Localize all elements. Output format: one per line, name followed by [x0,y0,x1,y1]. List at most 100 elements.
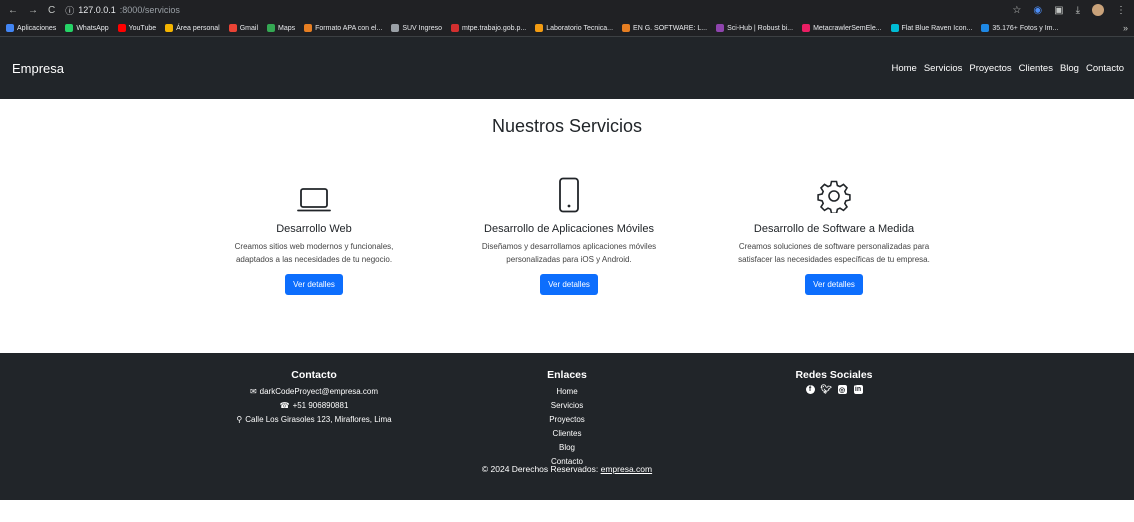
service-description: Creamos soluciones de software personali… [738,242,930,264]
bookmark-label: Maps [278,24,296,32]
bookmark-favicon-icon [622,24,631,32]
profile-avatar[interactable] [1092,4,1104,16]
footer-link-proyectos[interactable]: Proyectos [527,413,607,427]
bookmark-item[interactable]: Formato APA con el... [304,24,382,32]
bookmark-favicon-icon [6,24,14,32]
url-host: 127.0.0.1 [78,5,116,15]
bookmark-favicon-icon [981,24,990,32]
nav-link-contacto[interactable]: Contacto [1086,63,1124,74]
footer-links: Enlaces Home Servicios Proyectos Cliente… [527,369,607,469]
bookmark-label: WhatsApp [76,24,109,32]
service-description: Diseñamos y desarrollamos aplicaciones m… [481,242,657,264]
address-bar[interactable]: ⓘ 127.0.0.1:8000/servicios [65,4,180,17]
footer-social: Redes Sociales f 🐦︎ ◎ in [774,369,894,394]
phone-icon [439,173,699,213]
bookmark-item[interactable]: WhatsApp [65,24,109,32]
site-info-icon[interactable]: ⓘ [65,4,74,17]
service-card-software: Desarrollo de Software a Medida Creamos … [704,173,964,295]
bookmark-item[interactable]: MetacrawlerSemEle... [802,24,882,32]
twitter-icon[interactable]: 🐦︎ [820,384,831,394]
bookmark-item[interactable]: 35.176+ Fotos y Im... [981,24,1058,32]
bookmarks-bar: Aplicaciones WhatsApp YouTube Área personal… [0,20,1134,37]
more-bookmarks-icon[interactable]: » [1123,23,1128,33]
bookmark-item[interactable]: Laboratorio Tecnica... [535,24,613,32]
bookmark-item[interactable]: SUV Ingreso [391,24,442,32]
star-icon[interactable]: ☆ [1012,5,1021,16]
bookmark-label: Área personal [176,24,220,32]
ver-detalles-button[interactable]: Ver detalles [805,274,863,295]
bookmark-label: Formato APA con el... [315,24,383,32]
bookmark-label: MetacrawlerSemEle... [813,24,882,32]
browser-toolbar: ← → C ⓘ 127.0.0.1:8000/servicios ☆ ◉ ▣ ⤓… [0,0,1134,20]
nav-link-home[interactable]: Home [891,63,916,74]
laptop-icon [184,173,444,213]
bookmark-favicon-icon [535,24,544,32]
ver-detalles-button[interactable]: Ver detalles [285,274,343,295]
instagram-icon[interactable]: ◎ [837,385,847,394]
service-card-mobile: Desarrollo de Aplicaciones Móviles Diseñ… [439,173,699,295]
bookmark-item[interactable]: Gmail [228,24,258,32]
bookmark-item[interactable]: Sci-Hub | Robust bi... [716,24,793,32]
bookmark-label: 35.176+ Fotos y Im... [992,24,1059,32]
facebook-icon[interactable]: f [805,385,815,394]
bookmark-favicon-icon [391,24,400,32]
ver-detalles-button[interactable]: Ver detalles [540,274,598,295]
bookmark-label: Gmail [239,24,258,32]
copyright: © 2024 Derechos Reservados: empresa.com [481,464,653,474]
bookmark-item[interactable]: Aplicaciones [6,24,56,32]
site-navbar: Empresa Home Servicios Proyectos Cliente… [0,37,1134,99]
footer-email: ✉ darkCodeProyect@empresa.com [214,385,414,399]
footer-contact: Contacto ✉ darkCodeProyect@empresa.com ☎ +… [214,369,414,427]
footer-link-clientes[interactable]: Clientes [527,427,607,441]
footer-link-blog[interactable]: Blog [527,441,607,455]
nav-link-blog[interactable]: Blog [1060,63,1079,74]
footer-heading: Redes Sociales [795,369,873,381]
bookmark-favicon-icon [65,24,74,32]
bookmark-label: Laboratorio Tecnica... [546,24,614,32]
bookmark-item[interactable]: Área personal [165,24,220,32]
bookmark-favicon-icon [304,24,313,32]
bookmark-label: YouTube [128,24,157,32]
footer-link-servicios[interactable]: Servicios [527,399,607,413]
extension-icon[interactable]: ◉ [1033,5,1042,16]
bookmark-item[interactable]: Maps [267,24,295,32]
url-path: :8000/servicios [119,5,180,15]
bookmark-item[interactable]: Flat Blue Raven Icon... [890,24,972,32]
bookmark-label: mtpe.trabajo.gob.p... [462,24,527,32]
bookmark-item[interactable]: EN G. SOFTWARE: L... [622,24,707,32]
copyright-link[interactable]: empresa.com [601,464,653,474]
back-icon[interactable]: ← [8,5,18,16]
envelope-icon: ✉ [249,387,257,396]
service-title: Desarrollo Web [276,223,352,235]
nav-link-servicios[interactable]: Servicios [924,63,963,74]
forward-icon[interactable]: → [28,5,38,16]
bookmark-label: Aplicaciones [17,24,57,32]
bookmark-item[interactable]: mtpe.trabajo.gob.p... [451,24,526,32]
brand-logo[interactable]: Empresa [12,61,64,76]
page-title: Nuestros Servicios [491,116,643,136]
footer-link-home[interactable]: Home [527,385,607,399]
nav-link-clientes[interactable]: Clientes [1019,63,1053,74]
service-title: Desarrollo de Aplicaciones Móviles [484,223,654,235]
nav-links: Home Servicios Proyectos Clientes Blog C… [891,63,1124,74]
bookmark-favicon-icon [228,24,237,32]
gear-icon [704,173,964,213]
download-icon[interactable]: ⤓ [1076,5,1080,16]
bookmark-label: Sci-Hub | Robust bi... [727,24,794,32]
main-content: Nuestros Servicios Desarrollo Web Creamo… [0,99,1134,353]
bookmark-item[interactable]: YouTube [117,24,157,32]
location-icon: ⚲ [236,415,243,424]
site-footer: Contacto ✉ darkCodeProyect@empresa.com ☎ +… [0,353,1134,500]
social-icons: f 🐦︎ ◎ in [774,384,894,394]
menu-icon[interactable]: ⋮ [1116,5,1126,16]
footer-address: ⚲ Calle Los Girasoles 123, Miraflores, Li… [214,413,414,427]
reload-icon[interactable]: C [48,5,55,16]
browser-nav: ← → C [8,5,55,16]
bookmark-label: EN G. SOFTWARE: L... [633,24,708,32]
bookmark-favicon-icon [165,24,174,32]
nav-link-proyectos[interactable]: Proyectos [969,63,1011,74]
extensions-icon[interactable]: ▣ [1054,5,1063,16]
service-card-web: Desarrollo Web Creamos sitios web modern… [184,173,444,295]
footer-heading: Contacto [291,369,337,381]
linkedin-icon[interactable]: in [853,385,863,394]
